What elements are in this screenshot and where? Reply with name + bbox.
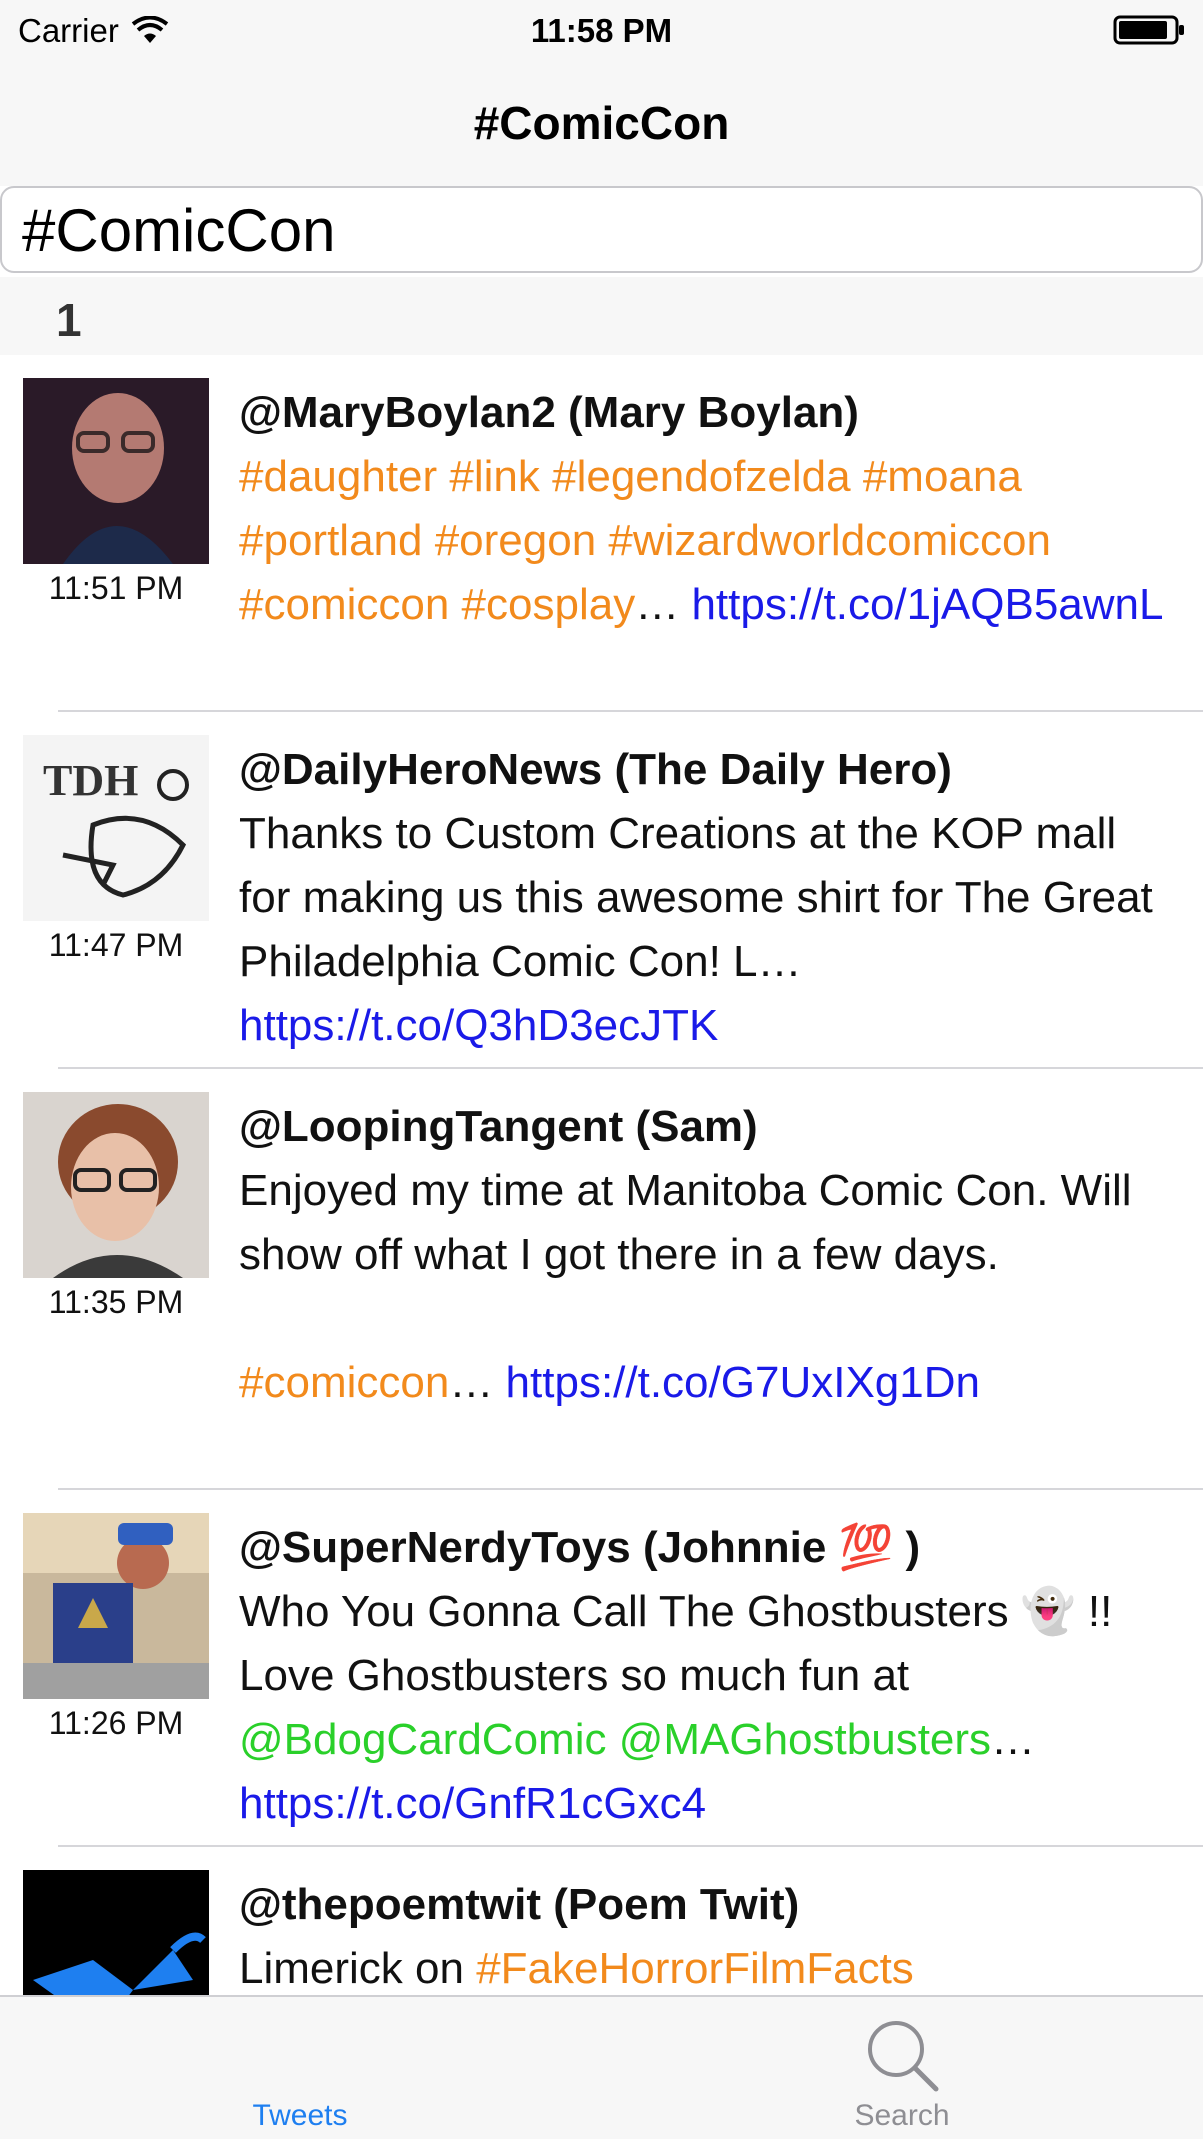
tweet-handle[interactable]: @DailyHeroNews (The Daily Hero) bbox=[239, 738, 1179, 802]
status-bar: Carrier 11:58 PM bbox=[0, 0, 1203, 60]
tab-bar: Tweets Search bbox=[0, 1995, 1203, 2139]
navigation-bar: #ComicCon bbox=[0, 60, 1203, 186]
tweet-text: Thanks to Custom Creations at the KOP ma… bbox=[239, 809, 1153, 986]
tweet-body: @MaryBoylan2 (Mary Boylan) #daughter #li… bbox=[239, 381, 1179, 637]
tweet-row[interactable]: 11:51 PM @MaryBoylan2 (Mary Boylan) #dau… bbox=[0, 355, 1203, 712]
tweet-list[interactable]: 11:51 PM @MaryBoylan2 (Mary Boylan) #dau… bbox=[0, 355, 1203, 1995]
search-field-container bbox=[0, 186, 1203, 273]
tweet-body: @SuperNerdyToys (Johnnie 💯 ) Who You Gon… bbox=[239, 1516, 1179, 1836]
tweet-handle[interactable]: @thepoemtwit (Poem Twit) bbox=[239, 1873, 1179, 1937]
status-time: 11:58 PM bbox=[530, 12, 673, 49]
section-header: 1 bbox=[0, 277, 1203, 355]
tweet-time: 11:51 PM bbox=[48, 570, 184, 606]
tweet-body: @thepoemtwit (Poem Twit) Limerick on #Fa… bbox=[239, 1873, 1179, 1995]
search-icon bbox=[868, 2021, 939, 2092]
battery-icon bbox=[1113, 15, 1184, 45]
avatar[interactable] bbox=[23, 1092, 209, 1278]
ellipsis: … bbox=[449, 1358, 506, 1407]
tweet-row[interactable]: @thepoemtwit (Poem Twit) Limerick on #Fa… bbox=[0, 1847, 1203, 1995]
tab-tweets[interactable]: Tweets bbox=[150, 1997, 450, 2139]
tweet-time: 11:47 PM bbox=[48, 927, 184, 963]
svg-text:TDH: TDH bbox=[43, 756, 138, 805]
ellipsis: … bbox=[991, 1715, 1036, 1764]
hashtag[interactable]: #FakeHorrorFilmFacts bbox=[476, 1944, 914, 1993]
tweet-text: Enjoyed my time at Manitoba Comic Con. W… bbox=[239, 1166, 1132, 1279]
tweet-link[interactable]: https://t.co/1jAQB5awnL bbox=[691, 580, 1163, 629]
tweet-link[interactable]: https://t.co/Q3hD3ecJTK bbox=[239, 1001, 718, 1050]
search-input[interactable] bbox=[22, 198, 1182, 262]
tweet-link[interactable]: https://t.co/GnfR1cGxc4 bbox=[239, 1779, 706, 1828]
tweet-text: Limerick on bbox=[239, 1944, 477, 1993]
tweet-text: Who You Gonna Call The Ghostbusters 👻 !!… bbox=[239, 1587, 1113, 1700]
tweet-body: @LoopingTangent (Sam) Enjoyed my time at… bbox=[239, 1095, 1179, 1415]
tweet-handle[interactable]: @SuperNerdyToys (Johnnie 💯 ) bbox=[239, 1516, 1179, 1580]
avatar[interactable] bbox=[23, 1870, 209, 1995]
nav-title: #ComicCon bbox=[473, 97, 730, 149]
tab-tweets-label: Tweets bbox=[252, 2099, 348, 2132]
tweet-row[interactable]: TDH 11:47 PM @DailyHeroNews (The Daily H… bbox=[0, 712, 1203, 1069]
tweet-body: @DailyHeroNews (The Daily Hero) Thanks t… bbox=[239, 738, 1179, 1058]
avatar[interactable] bbox=[23, 1513, 209, 1699]
ellipsis: … bbox=[635, 580, 692, 629]
tweet-link[interactable]: https://t.co/G7UxIXg1Dn bbox=[506, 1358, 980, 1407]
tweet-row[interactable]: 11:35 PM @LoopingTangent (Sam) Enjoyed m… bbox=[0, 1069, 1203, 1490]
tweet-time: 11:26 PM bbox=[48, 1705, 184, 1741]
section-number: 1 bbox=[56, 294, 82, 346]
avatar[interactable] bbox=[23, 378, 209, 564]
tweet-handle[interactable]: @MaryBoylan2 (Mary Boylan) bbox=[239, 381, 1179, 445]
avatar[interactable]: TDH bbox=[23, 735, 209, 921]
tab-search[interactable]: Search bbox=[752, 1997, 1052, 2139]
mentions[interactable]: @BdogCardComic @MAGhostbusters bbox=[239, 1715, 991, 1764]
tweet-time: 11:35 PM bbox=[48, 1284, 184, 1320]
tab-search-label: Search bbox=[854, 2099, 950, 2132]
tweet-handle[interactable]: @LoopingTangent (Sam) bbox=[239, 1095, 1179, 1159]
tweet-row[interactable]: 11:26 PM @SuperNerdyToys (Johnnie 💯 ) Wh… bbox=[0, 1490, 1203, 1847]
hashtag[interactable]: #comiccon bbox=[239, 1358, 449, 1407]
